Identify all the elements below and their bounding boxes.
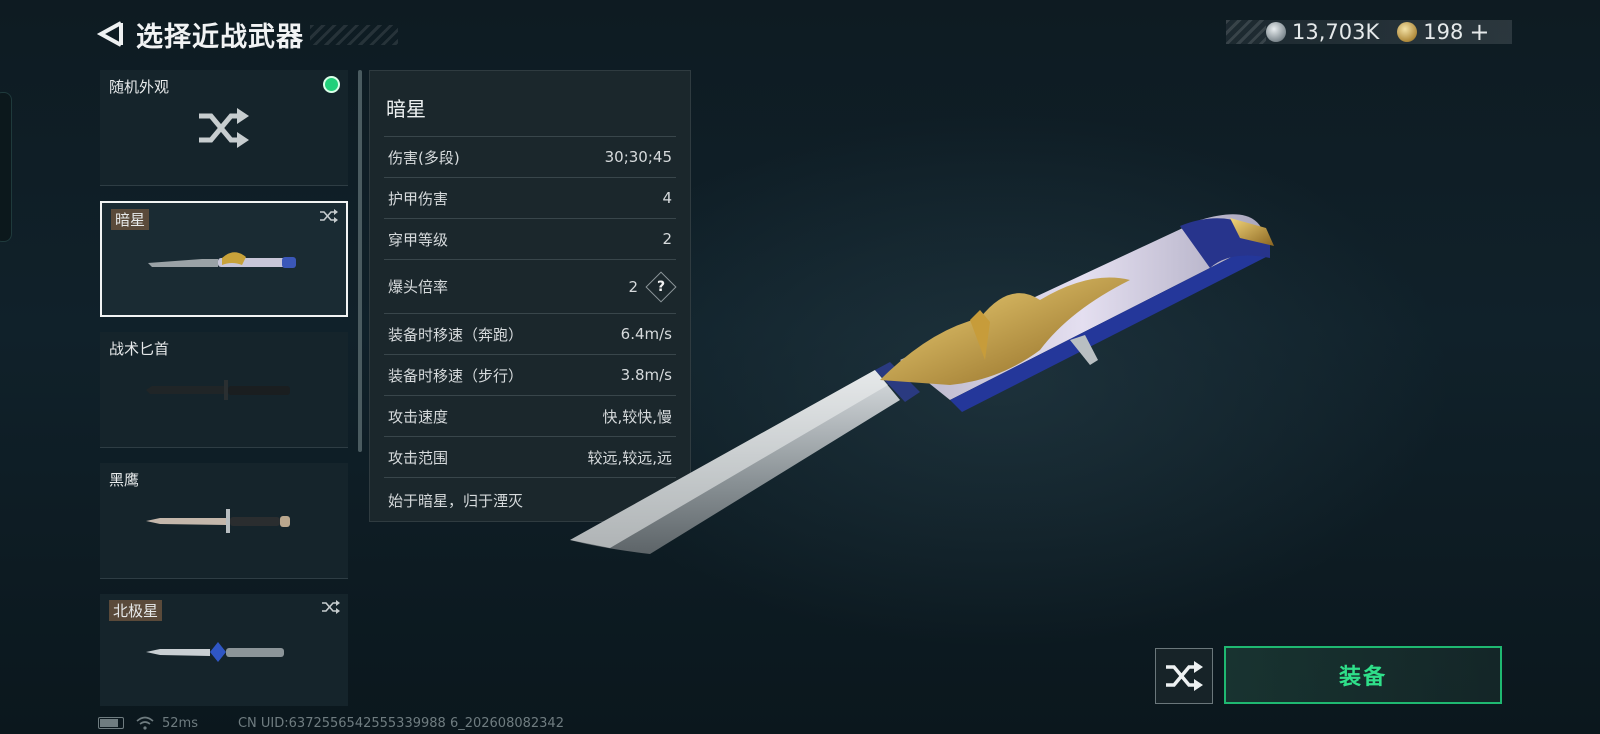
list-item-beijixing[interactable]: 北极星: [100, 594, 348, 706]
knife-tactical-thumbnail: [146, 380, 290, 400]
gold-amount: 198: [1423, 20, 1464, 44]
equip-label: 装备: [1338, 665, 1387, 690]
shuffle-icon: [1166, 661, 1203, 691]
equip-button[interactable]: 装备: [1224, 646, 1502, 704]
knife-anxing-thumbnail: [148, 252, 296, 268]
stat-value: 30;30;45: [604, 148, 672, 166]
add-currency-button[interactable]: +: [1469, 20, 1489, 44]
side-edge-tab[interactable]: [0, 92, 12, 242]
status-footer: 52ms CN UID:6372556542555339988 6_202608…: [98, 715, 564, 731]
ping-text: 52ms: [162, 715, 198, 731]
currency-stripe-decoration: [1226, 20, 1266, 44]
list-item-random[interactable]: 随机外观: [100, 70, 348, 186]
list-scrollbar[interactable]: [358, 70, 362, 452]
page-title: 选择近战武器: [136, 21, 304, 53]
stat-label: 穿甲等级: [388, 230, 449, 249]
back-arrow-icon[interactable]: [96, 19, 126, 49]
description-text: 始于暗星，归于湮灭: [388, 492, 524, 510]
stat-label: 攻击速度: [388, 407, 449, 426]
stat-label: 爆头倍率: [388, 278, 449, 296]
stat-label: 装备时移速（奔跑）: [388, 325, 524, 344]
currency-bar: 13,703K 198 +: [1226, 20, 1512, 44]
weapon-list[interactable]: 随机外观 暗星 战术匕首 黑鹰 北极星: [100, 70, 348, 706]
battery-icon: [98, 717, 124, 729]
knife-heiying-thumbnail: [146, 509, 290, 533]
list-item-anxing[interactable]: 暗星: [100, 201, 348, 317]
selected-indicator-dot: [323, 76, 340, 93]
silver-amount: 13,703K: [1292, 20, 1380, 44]
random-shuffle-button[interactable]: [1155, 648, 1213, 704]
list-item-label: 暗星: [111, 209, 150, 230]
list-item-heiying[interactable]: 黑鹰: [100, 463, 348, 579]
shuffle-icon: [199, 108, 249, 148]
gold-coin-icon: [1397, 22, 1418, 42]
stat-value: 4: [662, 189, 672, 207]
header: 选择近战武器: [96, 14, 398, 54]
list-item-label: 北极星: [109, 600, 163, 621]
stat-label: 装备时移速（步行）: [388, 366, 524, 385]
wifi-icon: [136, 716, 154, 730]
silver-coin-icon: [1266, 22, 1286, 42]
stat-row-damage: 伤害(多段) 30;30;45: [384, 136, 676, 177]
list-item-label: 黑鹰: [109, 471, 140, 489]
shuffle-icon: [322, 600, 340, 614]
knife-preview-image[interactable]: [570, 210, 1310, 570]
weapon-name: 暗星: [386, 97, 426, 121]
list-item-tactical-dagger[interactable]: 战术匕首: [100, 332, 348, 448]
uid-text: CN UID:6372556542555339988 6_20260808234…: [237, 715, 564, 731]
stat-label: 攻击范围: [388, 448, 449, 467]
list-item-label: 战术匕首: [109, 340, 170, 358]
stat-label: 伤害(多段): [388, 148, 460, 167]
shuffle-icon: [320, 209, 338, 223]
title-stripe-decoration: [310, 25, 398, 45]
stat-label: 护甲伤害: [388, 189, 449, 208]
list-item-label: 随机外观: [109, 78, 170, 96]
knife-beijixing-thumbnail: [146, 642, 284, 662]
